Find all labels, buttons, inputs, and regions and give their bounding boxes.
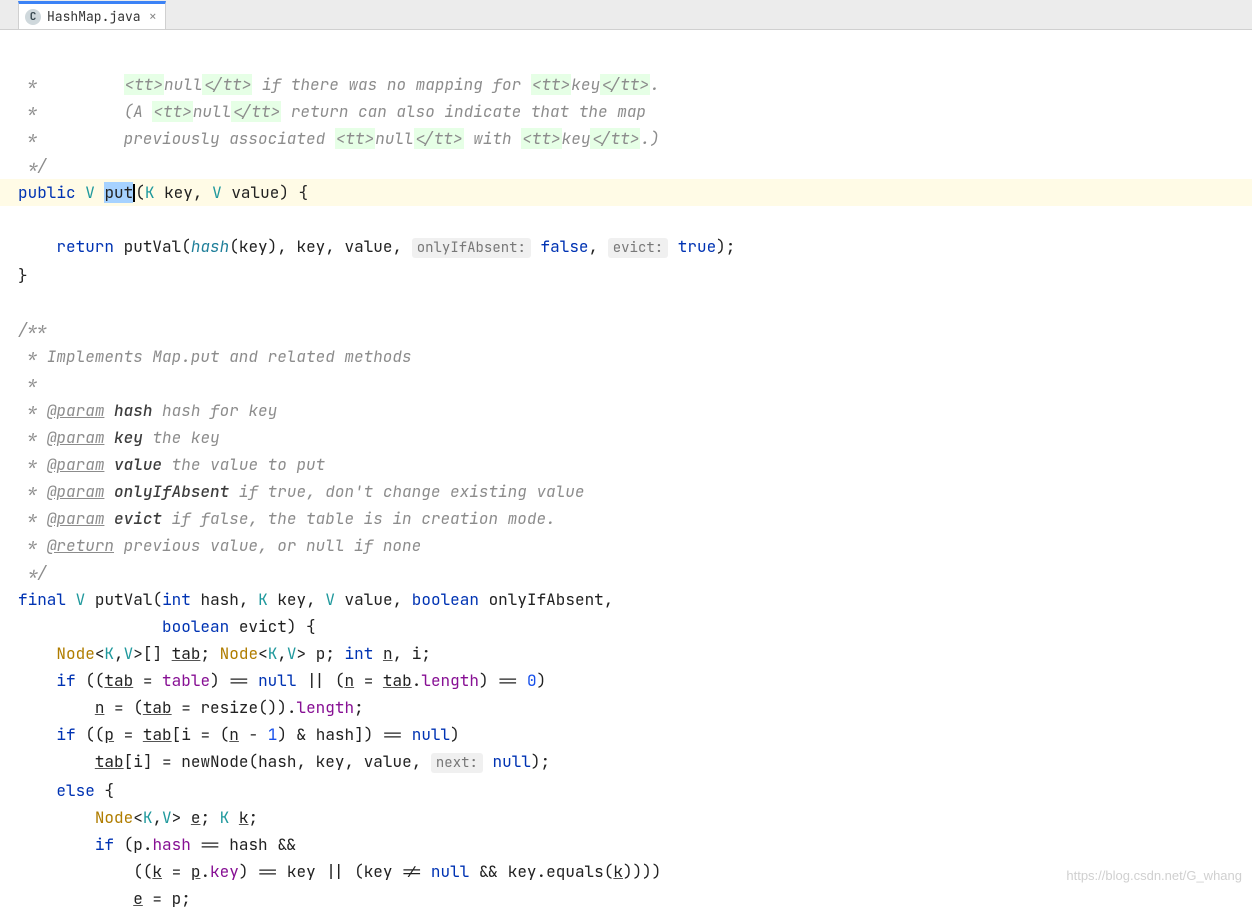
tab-label: HashMap.java xyxy=(47,8,141,25)
java-class-icon: C xyxy=(25,9,41,25)
param-hint: next: xyxy=(431,753,483,773)
javadoc-param: * @param evict if false, the table is in… xyxy=(18,508,556,529)
javadoc-param: * @param key the key xyxy=(18,427,220,448)
current-line: public V put(K key, V value) { xyxy=(0,179,1252,206)
javadoc-param: * @param onlyIfAbsent if true, don't cha… xyxy=(18,481,584,502)
close-icon[interactable]: × xyxy=(149,8,157,26)
javadoc-line: * Implements Map.put and related methods xyxy=(18,346,412,367)
javadoc-line: * (A <tt>null</tt> return can also indic… xyxy=(18,101,646,122)
watermark: https://blog.csdn.net/G_whang xyxy=(1066,868,1242,883)
javadoc-param: * @param hash hash for key xyxy=(18,400,277,421)
javadoc-line: * previously associated <tt>null</tt> wi… xyxy=(18,128,660,149)
javadoc-line: * xyxy=(18,373,37,394)
editor-tabbar: C HashMap.java × xyxy=(0,0,1252,30)
tab-hashmap[interactable]: C HashMap.java × xyxy=(18,1,166,29)
javadoc-param: * @param value the value to put xyxy=(18,454,325,475)
javadoc-start: /** xyxy=(18,319,47,340)
param-hint: evict: xyxy=(608,238,668,258)
javadoc-return: * @return previous value, or null if non… xyxy=(18,535,421,556)
javadoc-end: */ xyxy=(18,155,47,176)
code-editor[interactable]: * <tt>null</tt> if there was no mapping … xyxy=(0,30,1252,912)
param-hint: onlyIfAbsent: xyxy=(412,238,531,258)
javadoc-end: */ xyxy=(18,562,47,583)
javadoc-line: * <tt>null</tt> if there was no mapping … xyxy=(18,74,660,95)
